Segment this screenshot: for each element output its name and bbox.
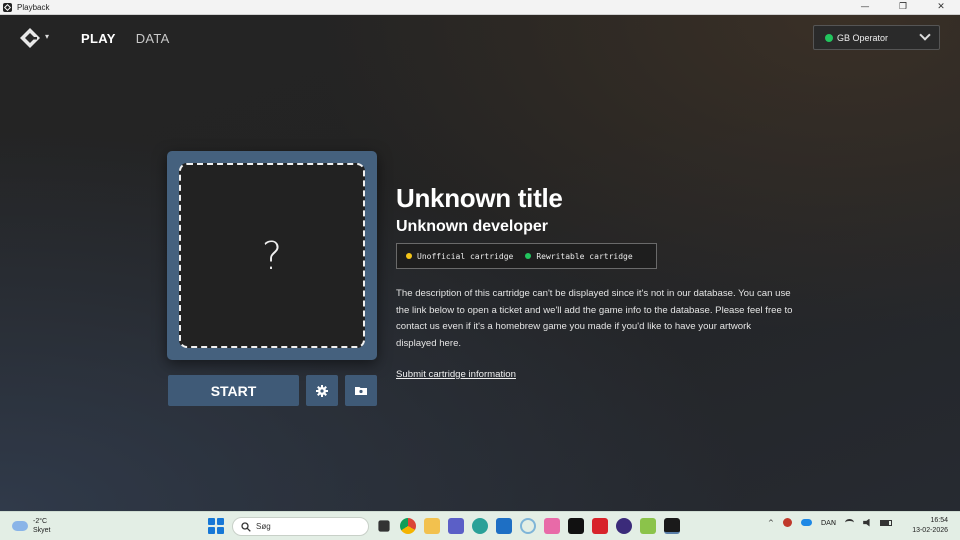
system-tray: ^ DAN bbox=[768, 518, 893, 527]
art-placeholder-mark: ? bbox=[261, 233, 283, 278]
playback-app-icon[interactable] bbox=[664, 518, 680, 534]
paint-app-icon[interactable] bbox=[640, 518, 656, 534]
device-status-dot bbox=[825, 33, 833, 42]
window-title-bar: Playback — ❐ ✕ bbox=[0, 0, 960, 15]
wifi-icon[interactable] bbox=[845, 519, 855, 526]
window-controls: — ❐ ✕ bbox=[846, 0, 960, 15]
teams-icon[interactable] bbox=[448, 518, 464, 534]
cartridge-art-card: ? bbox=[167, 151, 377, 360]
nav-tab-play[interactable]: PLAY bbox=[81, 31, 116, 46]
weather-widget[interactable]: -2°C Skyet bbox=[12, 517, 51, 535]
clock-time: 16:54 bbox=[930, 517, 948, 524]
taskbar: -2°C Skyet Søg ^ DAN 16:54 13-02-2026 bbox=[0, 511, 960, 540]
main-nav: PLAY DATA bbox=[81, 31, 170, 46]
tray-app-icon[interactable] bbox=[782, 518, 792, 527]
weather-text: -2°C Skyet bbox=[33, 517, 51, 535]
snipping-tool-icon[interactable] bbox=[544, 518, 560, 534]
taskbar-apps bbox=[376, 518, 680, 534]
badge-label: Rewritable cartridge bbox=[536, 251, 633, 261]
gear-icon bbox=[316, 384, 328, 397]
language-indicator[interactable]: DAN bbox=[821, 519, 836, 527]
game-title: Unknown title bbox=[396, 183, 563, 213]
taskbar-search[interactable]: Søg bbox=[232, 517, 369, 536]
weather-temp: -2°C bbox=[33, 518, 48, 525]
folder-icon bbox=[355, 387, 367, 395]
volume-muted-icon[interactable] bbox=[863, 518, 870, 527]
battery-icon[interactable] bbox=[880, 519, 893, 526]
window-title: Playback bbox=[17, 2, 50, 12]
submit-cartridge-link[interactable]: Submit cartridge information bbox=[396, 369, 516, 380]
clock-date: 13-02-2026 bbox=[912, 527, 948, 534]
search-icon bbox=[241, 521, 251, 532]
device-select-label: GB Operator bbox=[837, 32, 889, 43]
logo-menu-chevron-icon[interactable]: ▾ bbox=[45, 32, 49, 41]
search-placeholder: Søg bbox=[256, 522, 271, 531]
restore-button[interactable]: ❐ bbox=[884, 0, 922, 15]
game-developer: Unknown developer bbox=[396, 218, 549, 235]
headset-app-icon[interactable] bbox=[616, 518, 632, 534]
nav-tab-data[interactable]: DATA bbox=[136, 31, 170, 46]
cartridge-art-placeholder: ? bbox=[179, 163, 365, 348]
cartridge-badges: Unofficial cartridge Rewritable cartridg… bbox=[396, 243, 657, 269]
badge-rewritable: Rewritable cartridge bbox=[525, 251, 633, 261]
tray-overflow-chevron-icon[interactable]: ^ bbox=[768, 519, 774, 527]
settings-button[interactable] bbox=[306, 375, 338, 406]
apple-tv-icon[interactable] bbox=[568, 518, 584, 534]
app-area: ▾ PLAY DATA GB Operator ? START Unknown … bbox=[0, 15, 960, 511]
globe-app-icon[interactable] bbox=[472, 518, 488, 534]
badge-dot bbox=[525, 253, 532, 259]
game-description: The description of this cartridge can't … bbox=[396, 288, 793, 349]
windows-start-icon[interactable] bbox=[208, 518, 224, 534]
badge-unofficial: Unofficial cartridge bbox=[406, 252, 513, 261]
weather-desc: Skyet bbox=[33, 527, 51, 534]
badge-label: Unofficial cartridge bbox=[417, 251, 514, 261]
logo-icon[interactable] bbox=[19, 27, 41, 49]
task-view-icon[interactable] bbox=[378, 520, 390, 532]
wps-office-icon[interactable] bbox=[592, 518, 608, 534]
taskbar-clock[interactable]: 16:54 13-02-2026 bbox=[912, 516, 948, 536]
chrome-icon[interactable] bbox=[400, 518, 416, 534]
close-button[interactable]: ✕ bbox=[922, 0, 960, 15]
device-select[interactable]: GB Operator bbox=[813, 25, 940, 50]
chevron-down-icon bbox=[919, 29, 931, 41]
open-folder-button[interactable] bbox=[345, 375, 377, 406]
badge-dot bbox=[406, 253, 412, 259]
onedrive-icon[interactable] bbox=[800, 519, 812, 526]
chart-app-icon[interactable] bbox=[496, 518, 512, 534]
minimize-button[interactable]: — bbox=[846, 0, 884, 15]
start-button[interactable]: START bbox=[168, 375, 299, 406]
cloud-icon bbox=[12, 521, 28, 531]
file-explorer-icon[interactable] bbox=[424, 518, 440, 534]
app-icon bbox=[3, 2, 12, 12]
circle-app-icon[interactable] bbox=[520, 518, 536, 534]
